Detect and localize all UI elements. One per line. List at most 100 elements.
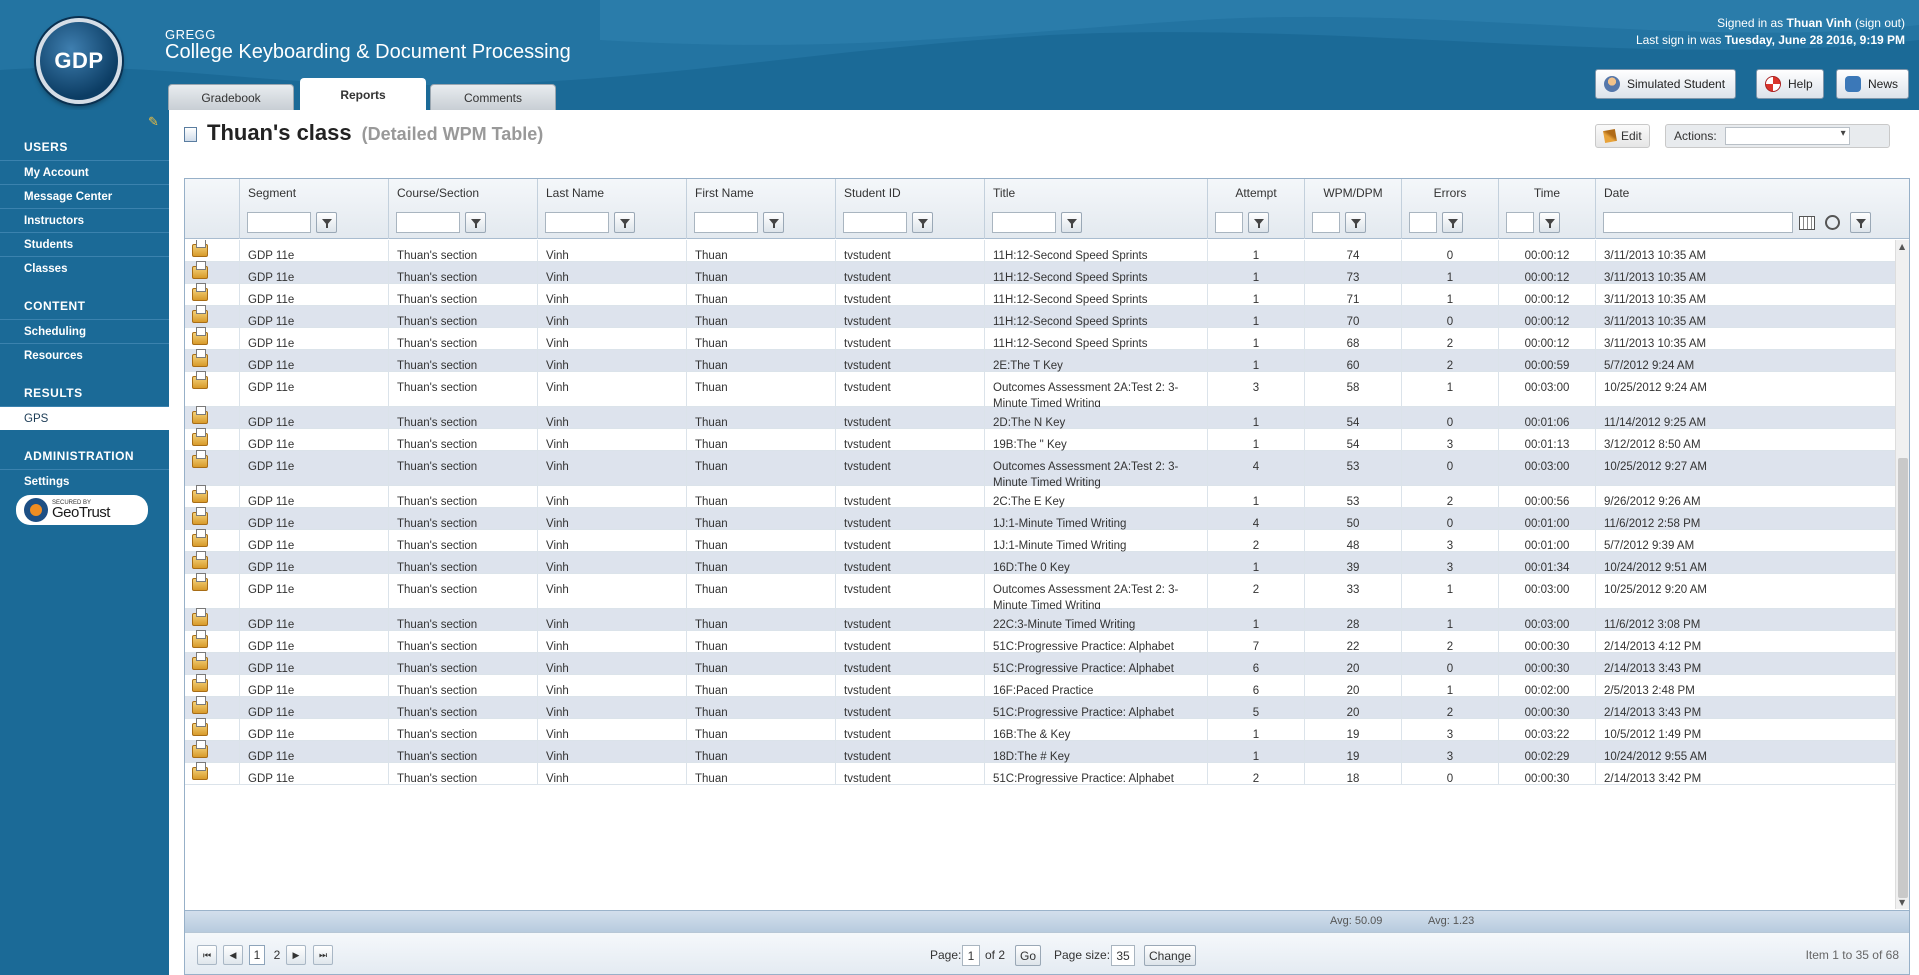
row-detail-icon[interactable]: [192, 485, 208, 503]
filter-input-first-name[interactable]: [694, 212, 758, 233]
row-detail-icon[interactable]: [192, 349, 208, 367]
row-detail-icon[interactable]: [192, 630, 208, 648]
table-row[interactable]: GDP 11e Thuan's section Vinh Thuan tvstudent…: [185, 674, 1895, 697]
go-button[interactable]: Go: [1015, 945, 1042, 966]
filter-input-student-id[interactable]: [843, 212, 907, 233]
filter-input-title[interactable]: [992, 212, 1056, 233]
table-row[interactable]: GDP 11e Thuan's section Vinh Thuan tvstudent…: [185, 718, 1895, 741]
row-detail-icon[interactable]: [192, 406, 208, 424]
vertical-scrollbar[interactable]: ▲ ▼: [1895, 240, 1909, 909]
filter-input-time[interactable]: [1506, 212, 1534, 233]
sidebar-item-settings[interactable]: Settings: [0, 469, 169, 493]
row-detail-icon[interactable]: [192, 261, 208, 279]
geotrust-badge[interactable]: SECURED BY GeoTrust: [16, 495, 148, 525]
tab-gradebook[interactable]: Gradebook: [168, 84, 294, 110]
first-page-icon[interactable]: ⏮: [197, 945, 217, 965]
column-header-attempt[interactable]: Attempt: [1207, 179, 1304, 206]
table-row[interactable]: GDP 11e Thuan's section Vinh Thuan tvstudent…: [185, 507, 1895, 530]
sidebar-item-resources[interactable]: Resources: [0, 343, 169, 367]
filter-input-date[interactable]: [1603, 212, 1793, 233]
page-size-input[interactable]: 35: [1111, 945, 1135, 966]
filter-input-segment[interactable]: [247, 212, 311, 233]
sidebar-item-classes[interactable]: Classes: [0, 256, 169, 280]
column-header-time[interactable]: Time: [1498, 179, 1595, 206]
sidebar-item-instructors[interactable]: Instructors: [0, 208, 169, 232]
column-header-course-section[interactable]: Course/Section: [388, 179, 537, 206]
help-button[interactable]: Help: [1756, 69, 1824, 99]
calendar-icon[interactable]: [1799, 215, 1815, 230]
table-row[interactable]: GDP 11e Thuan's section Vinh Thuan tvstudent…: [185, 630, 1895, 653]
row-detail-icon[interactable]: [192, 762, 208, 780]
scroll-down-arrow-icon[interactable]: ▼: [1899, 898, 1905, 907]
column-header-date[interactable]: Date: [1595, 179, 1909, 206]
page-link-1[interactable]: 1: [249, 945, 265, 965]
filter-funnel-icon[interactable]: [1539, 212, 1560, 233]
table-row[interactable]: GDP 11e Thuan's section Vinh Thuan tvstudent…: [185, 529, 1895, 552]
filter-input-attempt[interactable]: [1215, 212, 1243, 233]
scroll-up-arrow-icon[interactable]: ▲: [1899, 242, 1905, 251]
filter-funnel-icon[interactable]: [614, 212, 635, 233]
sidebar-item-gps[interactable]: GPS: [0, 406, 169, 430]
row-detail-icon[interactable]: [192, 305, 208, 323]
row-detail-icon[interactable]: [192, 529, 208, 547]
column-header-first-name[interactable]: First Name: [686, 179, 835, 206]
filter-funnel-icon[interactable]: [1442, 212, 1463, 233]
simulated-student-button[interactable]: Simulated Student: [1595, 69, 1737, 99]
page-link-2[interactable]: 2: [269, 945, 285, 965]
next-page-icon[interactable]: ▶: [286, 945, 306, 965]
table-row[interactable]: GDP 11e Thuan's section Vinh Thuan tvstudent…: [185, 762, 1895, 785]
tab-reports[interactable]: Reports: [300, 78, 426, 110]
table-row[interactable]: GDP 11e Thuan's section Vinh Thuan tvstudent…: [185, 696, 1895, 719]
filter-input-course-section[interactable]: [396, 212, 460, 233]
page-input[interactable]: 1: [962, 945, 980, 966]
column-header-segment[interactable]: Segment: [239, 179, 388, 206]
last-page-icon[interactable]: ⏭: [313, 945, 333, 965]
row-detail-icon[interactable]: [192, 450, 208, 468]
row-detail-icon[interactable]: [192, 327, 208, 345]
column-header-wpm-dpm[interactable]: WPM/DPM: [1304, 179, 1401, 206]
sign-out-link[interactable]: (sign out): [1855, 16, 1905, 30]
sidebar-item-scheduling[interactable]: Scheduling: [0, 319, 169, 343]
table-row[interactable]: GDP 11e Thuan's section Vinh Thuan tvstudent…: [185, 485, 1895, 508]
row-detail-icon[interactable]: [192, 608, 208, 626]
change-button[interactable]: Change: [1144, 945, 1197, 966]
column-header-student-id[interactable]: Student ID: [835, 179, 984, 206]
table-row[interactable]: GDP 11e Thuan's section Vinh Thuan tvstudent…: [185, 551, 1895, 574]
filter-input-errors[interactable]: [1409, 212, 1437, 233]
filter-funnel-icon[interactable]: [912, 212, 933, 233]
sidebar-item-message-center[interactable]: Message Center: [0, 184, 169, 208]
filter-funnel-icon[interactable]: [465, 212, 486, 233]
filter-input-last-name[interactable]: [545, 212, 609, 233]
sidebar-item-my-account[interactable]: My Account: [0, 160, 169, 184]
scroll-thumb[interactable]: [1898, 458, 1908, 898]
row-detail-icon[interactable]: [192, 718, 208, 736]
table-row[interactable]: GDP 11e Thuan's section Vinh Thuan tvstudent…: [185, 740, 1895, 763]
row-detail-icon[interactable]: [192, 551, 208, 569]
actions-dropdown[interactable]: [1724, 127, 1850, 145]
row-detail-icon[interactable]: [192, 507, 208, 525]
filter-funnel-icon[interactable]: [1061, 212, 1082, 233]
filter-funnel-icon[interactable]: [763, 212, 784, 233]
filter-input-wpm-dpm[interactable]: [1312, 212, 1340, 233]
table-row[interactable]: GDP 11e Thuan's section Vinh Thuan tvstudent…: [185, 573, 1895, 612]
news-button[interactable]: News: [1836, 69, 1910, 99]
row-detail-icon[interactable]: [192, 696, 208, 714]
table-row[interactable]: GDP 11e Thuan's section Vinh Thuan tvstudent…: [185, 450, 1895, 489]
filter-funnel-icon[interactable]: [1345, 212, 1366, 233]
row-detail-icon[interactable]: [192, 573, 208, 591]
table-row[interactable]: GDP 11e Thuan's section Vinh Thuan tvstudent…: [185, 406, 1895, 429]
row-detail-icon[interactable]: [192, 674, 208, 692]
row-detail-icon[interactable]: [192, 652, 208, 670]
column-header-errors[interactable]: Errors: [1401, 179, 1498, 206]
table-row[interactable]: GDP 11e Thuan's section Vinh Thuan tvstudent…: [185, 305, 1895, 328]
row-detail-icon[interactable]: [192, 240, 208, 257]
edit-button[interactable]: Edit: [1595, 124, 1650, 148]
table-row[interactable]: GDP 11e Thuan's section Vinh Thuan tvstudent…: [185, 652, 1895, 675]
row-detail-icon[interactable]: [192, 740, 208, 758]
column-header-title[interactable]: Title: [984, 179, 1207, 206]
filter-funnel-icon[interactable]: [1850, 212, 1871, 233]
table-row[interactable]: GDP 11e Thuan's section Vinh Thuan tvstudent…: [185, 261, 1895, 284]
row-detail-icon[interactable]: [192, 283, 208, 301]
clock-icon[interactable]: [1825, 215, 1840, 230]
sidebar-item-students[interactable]: Students: [0, 232, 169, 256]
